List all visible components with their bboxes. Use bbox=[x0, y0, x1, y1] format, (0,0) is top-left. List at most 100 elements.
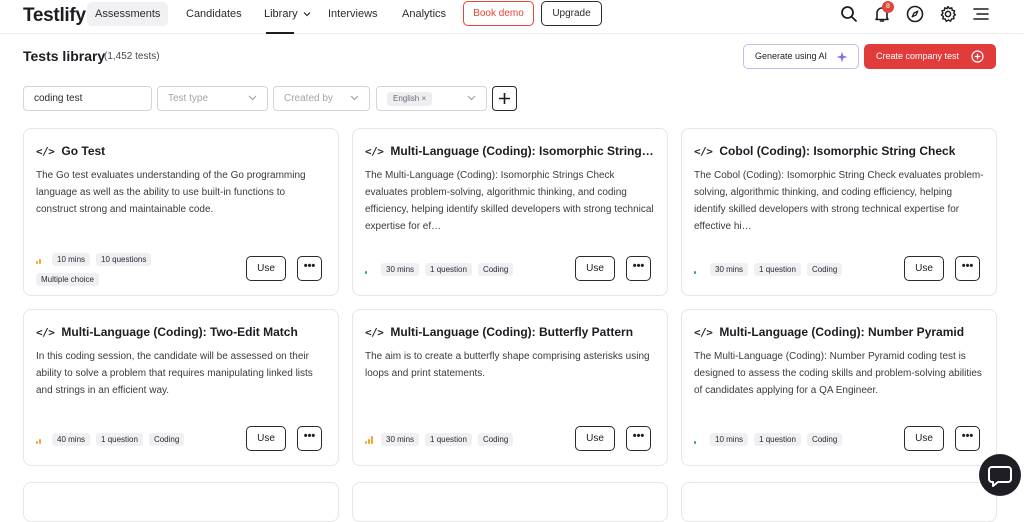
difficulty-icon bbox=[36, 435, 45, 444]
nav-candidates[interactable]: Candidates bbox=[178, 2, 250, 26]
more-options-button[interactable]: ••• bbox=[955, 426, 980, 451]
card-title[interactable]: Multi-Language (Coding): Two-Edit Match bbox=[61, 325, 297, 339]
compass-icon[interactable] bbox=[905, 4, 925, 24]
card-description: The Go test evaluates understanding of t… bbox=[36, 170, 306, 215]
gear-icon[interactable] bbox=[938, 4, 958, 24]
card-title-row: </> Multi-Language (Coding): Isomorphic S… bbox=[365, 143, 657, 159]
more-options-button[interactable]: ••• bbox=[626, 256, 651, 281]
create-company-test-button[interactable]: Create company test bbox=[864, 44, 996, 69]
card-title-row: </> Multi-Language (Coding): Two-Edit Mat… bbox=[36, 324, 328, 340]
test-card[interactable]: </> Cobol (Coding): Isomorphic String Che… bbox=[681, 128, 997, 296]
card-tag: 1 question bbox=[754, 263, 801, 276]
card-title[interactable]: Go Test bbox=[61, 144, 105, 158]
card-title[interactable]: Multi-Language (Coding): Number Pyramid bbox=[719, 325, 964, 339]
code-icon: </> bbox=[36, 144, 55, 158]
use-test-button[interactable]: Use bbox=[575, 426, 615, 451]
card-title-row: </> Multi-Language (Coding): Butterfly Pa… bbox=[365, 324, 657, 340]
card-title-row: </> Multi-Language (Coding): Number Pyram… bbox=[694, 324, 986, 340]
nav-library[interactable]: Library bbox=[256, 2, 319, 26]
more-options-button[interactable]: ••• bbox=[626, 426, 651, 451]
card-tag: Coding bbox=[806, 263, 843, 276]
search-input[interactable]: coding test bbox=[23, 86, 152, 111]
code-icon: </> bbox=[36, 325, 55, 339]
test-card[interactable]: </> Multi-Language (Coding): Butterfly Pa… bbox=[352, 309, 668, 466]
use-test-button[interactable]: Use bbox=[246, 256, 286, 281]
card-tag: Multiple choice bbox=[36, 273, 99, 286]
card-title[interactable]: Multi-Language (Coding): Butterfly Patte… bbox=[390, 325, 633, 339]
card-meta-second-row: Multiple choice bbox=[36, 273, 105, 286]
notification-badge: 8 bbox=[882, 1, 894, 13]
card-tag: 30 mins bbox=[710, 263, 749, 276]
card-meta: 10 mins 10 questions bbox=[36, 253, 157, 266]
chevron-down-icon bbox=[303, 12, 311, 17]
generate-ai-label: Generate using AI bbox=[755, 51, 828, 61]
test-card-partial bbox=[352, 482, 668, 522]
card-tag: 1 question bbox=[754, 433, 801, 446]
card-tag: 1 question bbox=[425, 263, 472, 276]
upgrade-button[interactable]: Upgrade bbox=[541, 1, 602, 26]
use-test-button[interactable]: Use bbox=[246, 426, 286, 451]
card-title[interactable]: Cobol (Coding): Isomorphic String Check bbox=[719, 144, 955, 158]
use-test-button[interactable]: Use bbox=[904, 426, 944, 451]
card-description: The aim is to create a butterfly shape c… bbox=[365, 351, 650, 379]
card-meta: 30 mins 1 question Coding bbox=[365, 263, 519, 276]
card-description: In this coding session, the candidate wi… bbox=[36, 351, 313, 396]
test-card-partial bbox=[23, 482, 339, 522]
difficulty-icon bbox=[36, 255, 45, 264]
nav-analytics[interactable]: Analytics bbox=[394, 2, 454, 26]
card-tag: Coding bbox=[806, 433, 843, 446]
create-company-test-label: Create company test bbox=[876, 51, 960, 61]
card-description: The Multi-Language (Coding): Number Pyra… bbox=[694, 351, 982, 396]
card-title-row: </> Cobol (Coding): Isomorphic String Che… bbox=[694, 143, 986, 159]
sparkle-icon bbox=[836, 51, 848, 63]
nav-active-underline bbox=[266, 32, 294, 34]
more-options-button[interactable]: ••• bbox=[297, 426, 322, 451]
card-title[interactable]: Multi-Language (Coding): Isomorphic Stri… bbox=[390, 144, 653, 158]
chat-support-button[interactable] bbox=[979, 454, 1021, 496]
card-description: The Cobol (Coding): Isomorphic String Ch… bbox=[694, 170, 984, 232]
more-options-button[interactable]: ••• bbox=[297, 256, 322, 281]
card-tag: 10 mins bbox=[710, 433, 749, 446]
card-meta: 30 mins 1 question Coding bbox=[365, 433, 519, 446]
created-by-placeholder: Created by bbox=[284, 93, 333, 104]
nav-interviews[interactable]: Interviews bbox=[320, 2, 386, 26]
test-card[interactable]: </> Go Test The Go test evaluates understa… bbox=[23, 128, 339, 296]
language-chip[interactable]: English × bbox=[387, 92, 433, 106]
language-select[interactable]: English × bbox=[376, 86, 487, 111]
card-tag: 10 mins bbox=[52, 253, 91, 266]
test-card[interactable]: </> Multi-Language (Coding): Isomorphic S… bbox=[352, 128, 668, 296]
use-test-button[interactable]: Use bbox=[575, 256, 615, 281]
difficulty-icon bbox=[694, 265, 703, 274]
plus-icon bbox=[499, 93, 510, 104]
book-demo-button[interactable]: Book demo bbox=[463, 1, 534, 26]
chat-bubble-icon bbox=[988, 466, 1012, 487]
difficulty-icon bbox=[365, 435, 374, 444]
testlify-logo[interactable]: Testlify bbox=[23, 5, 86, 27]
more-options-button[interactable]: ••• bbox=[955, 256, 980, 281]
test-type-placeholder: Test type bbox=[168, 93, 209, 104]
card-tag: Coding bbox=[477, 433, 514, 446]
test-card[interactable]: </> Multi-Language (Coding): Number Pyram… bbox=[681, 309, 997, 466]
menu-icon[interactable] bbox=[971, 4, 991, 24]
nav-library-label: Library bbox=[264, 8, 298, 20]
test-card-partial bbox=[681, 482, 997, 522]
code-icon: </> bbox=[365, 144, 384, 158]
chevron-down-icon bbox=[248, 95, 257, 101]
card-tag: 30 mins bbox=[381, 263, 420, 276]
created-by-select[interactable]: Created by bbox=[273, 86, 370, 111]
generate-ai-button[interactable]: Generate using AI bbox=[743, 44, 859, 69]
use-test-button[interactable]: Use bbox=[904, 256, 944, 281]
difficulty-icon bbox=[365, 265, 374, 274]
search-icon[interactable] bbox=[839, 4, 859, 24]
code-icon: </> bbox=[365, 325, 384, 339]
card-meta: 10 mins 1 question Coding bbox=[694, 433, 848, 446]
add-filter-button[interactable] bbox=[492, 86, 517, 111]
chevron-down-icon bbox=[350, 95, 359, 101]
card-description: The Multi-Language (Coding): Isomorphic … bbox=[365, 170, 654, 232]
test-card[interactable]: </> Multi-Language (Coding): Two-Edit Mat… bbox=[23, 309, 339, 466]
code-icon: </> bbox=[694, 325, 713, 339]
plus-circle-icon bbox=[971, 50, 984, 63]
tests-count: (1,452 tests) bbox=[104, 51, 160, 62]
nav-assessments[interactable]: Assessments bbox=[87, 2, 169, 26]
test-type-select[interactable]: Test type bbox=[157, 86, 268, 111]
